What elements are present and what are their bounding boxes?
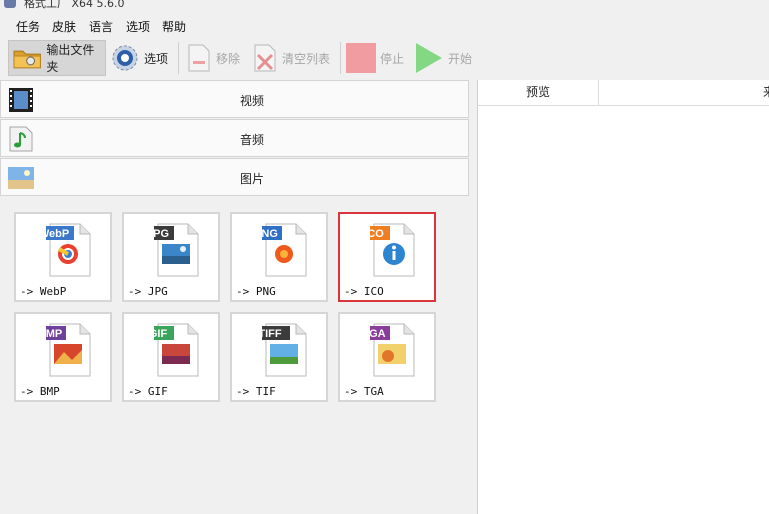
bmp-file-icon: BMP [46,323,91,377]
format-caption: -> TIF [236,385,276,398]
folder-icon [13,50,41,69]
options-label: 选项 [144,51,169,66]
gear-icon [112,45,138,71]
start-label: 开始 [448,51,473,66]
left-panel: 视频 音频 图片 WebP -> WebP JPG -> JPG PNG -> PNG IC… [0,80,470,514]
format-tile-tga[interactable]: TGA -> TGA [338,312,436,402]
tif-file-icon: TIFF [262,323,307,377]
remove-label: 移除 [216,51,241,66]
remove-button[interactable]: 移除 [186,40,244,76]
format-tile-webp[interactable]: WebP -> WebP [14,212,112,302]
start-button[interactable]: 开始 [414,40,474,76]
format-badge: TGA [370,328,386,340]
clear-list-label: 清空列表 [282,51,331,66]
format-tile-gif[interactable]: GIF -> GIF [122,312,220,402]
menu-skin[interactable]: 皮肤 [52,18,76,35]
tga-file-icon: TGA [370,323,415,377]
stop-button[interactable]: 停止 [346,40,406,76]
category-video-label: 视频 [239,94,264,108]
title-bar: 格式工厂 X64 5.6.0 [0,0,769,10]
ico-file-icon: ICO [370,223,415,277]
category-image[interactable]: 图片 [0,158,469,196]
gif-file-icon: GIF [154,323,199,377]
format-caption: -> JPG [128,285,168,298]
play-icon [416,43,442,73]
app-logo-icon [4,0,16,8]
format-caption: -> GIF [128,385,168,398]
format-caption: -> PNG [236,285,276,298]
remove-document-icon [188,44,210,72]
png-file-icon: PNG [262,223,307,277]
format-tile-bmp[interactable]: BMP -> BMP [14,312,112,402]
stop-label: 停止 [380,51,405,66]
list-header: 预览 来 [478,80,769,106]
format-badge: BMP [46,328,62,340]
category-audio-label: 音频 [239,133,264,147]
window-title: 格式工厂 X64 5.6.0 [24,0,125,10]
format-badge: PNG [262,228,278,240]
column-source[interactable]: 来 [763,80,769,105]
format-caption: -> TGA [344,385,384,398]
stop-icon [346,43,376,73]
clear-list-icon [254,44,276,72]
format-caption: -> WebP [20,285,67,298]
format-tile-tif[interactable]: TIFF -> TIF [230,312,328,402]
toolbar-divider [340,42,341,74]
menu-options[interactable]: 选项 [126,18,150,35]
toolbar: 输出文件夹 选项 移除 清空列表 停止 开始 [0,38,769,78]
jpg-file-icon: JPG [154,223,199,277]
format-badge: WebP [46,228,69,240]
format-tile-jpg[interactable]: JPG -> JPG [122,212,220,302]
task-list-panel: 预览 来 [477,80,769,514]
toolbar-divider [178,42,179,74]
menu-bar: 任务 皮肤 语言 选项 帮助 [0,14,769,36]
format-caption: -> ICO [344,285,384,298]
menu-help[interactable]: 帮助 [162,18,186,35]
format-tile-ico[interactable]: ICO -> ICO [338,212,436,302]
category-audio[interactable]: 音频 [0,119,469,157]
menu-language[interactable]: 语言 [89,18,113,35]
format-badge: TIFF [262,328,282,340]
output-folder-button[interactable]: 输出文件夹 [8,40,106,76]
category-image-label: 图片 [239,172,264,186]
category-video[interactable]: 视频 [0,80,469,118]
column-preview[interactable]: 预览 [478,80,599,105]
format-badge: ICO [370,228,384,240]
format-badge: JPG [154,228,169,240]
clear-list-button[interactable]: 清空列表 [252,40,332,76]
output-folder-label: 输出文件夹 [46,43,95,74]
options-button[interactable]: 选项 [110,40,172,76]
webp-file-icon: WebP [46,223,91,277]
format-caption: -> BMP [20,385,60,398]
menu-tasks[interactable]: 任务 [16,18,40,35]
format-tile-png[interactable]: PNG -> PNG [230,212,328,302]
format-badge: GIF [154,328,167,340]
